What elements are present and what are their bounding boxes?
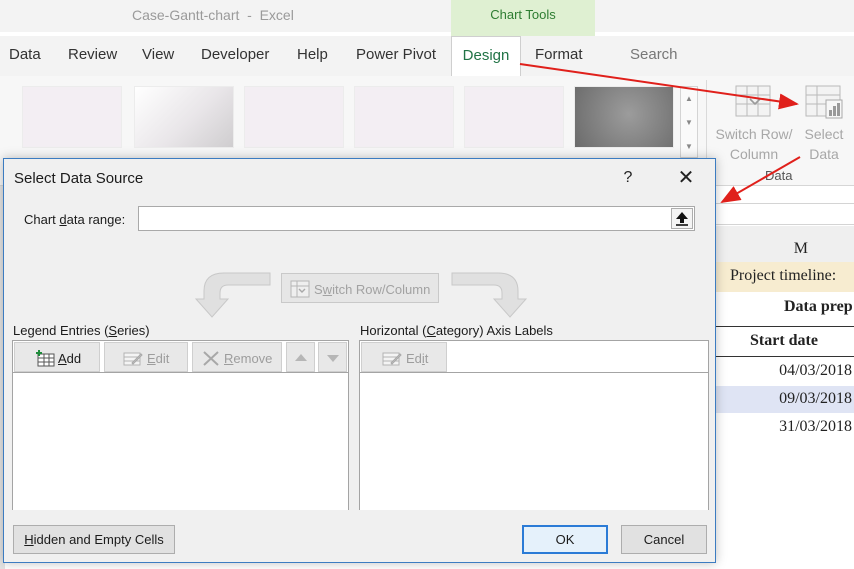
cancel-button[interactable]: Cancel (621, 525, 707, 554)
tab-power-pivot[interactable]: Power Pivot (356, 46, 436, 63)
legend-entries-label: Legend Entries (Series) (13, 323, 150, 338)
move-up-button[interactable] (286, 342, 315, 372)
collapse-range-button[interactable] (671, 208, 693, 229)
right-curved-arrow-icon (450, 271, 528, 322)
chart-style-swatch-4[interactable] (354, 86, 454, 148)
start-date-header[interactable]: Start date (750, 332, 818, 350)
chart-style-swatch-6[interactable] (574, 86, 674, 148)
document-title: Case-Gantt-chart - Excel (132, 7, 294, 23)
select-data-icon[interactable] (804, 82, 844, 125)
chart-data-range-input[interactable] (138, 206, 695, 231)
chart-style-swatch-1[interactable] (22, 86, 122, 148)
edit-series-button[interactable]: Edit (104, 342, 188, 372)
axis-labels-panel: Edit (359, 340, 709, 510)
help-button[interactable]: ? (616, 165, 640, 191)
remove-x-icon (203, 351, 219, 366)
gallery-up-icon[interactable]: ▲ (681, 87, 697, 111)
tab-view[interactable]: View (142, 46, 174, 63)
ok-button[interactable]: OK (522, 525, 608, 554)
hidden-empty-cells-button[interactable]: Hidden and Empty Cells (13, 525, 175, 554)
project-timeline-cell[interactable]: Project timeline: (716, 262, 854, 292)
date-cell-selected[interactable]: 09/03/2018 (716, 386, 854, 413)
tab-design[interactable]: Design (451, 36, 521, 76)
remove-series-button[interactable]: Remove (192, 342, 282, 372)
gallery-more-icon[interactable]: ▼ (681, 135, 697, 159)
axis-toolbar: Edit (360, 341, 708, 373)
series-list[interactable] (13, 374, 348, 510)
date-cell[interactable]: 04/03/2018 (716, 358, 854, 385)
column-header-m[interactable]: M (716, 240, 854, 258)
select-data-label[interactable]: Select Data (800, 124, 848, 164)
upload-arrow-icon (676, 212, 688, 226)
ribbon-tabs: Data Review View Developer Help Power Pi… (0, 36, 854, 101)
table-border (716, 356, 854, 357)
up-triangle-icon (295, 354, 307, 361)
chart-style-swatch-2[interactable] (134, 86, 234, 148)
chart-data-range-label: Chart data range: (24, 212, 126, 227)
formula-bar[interactable] (716, 203, 854, 225)
tab-developer[interactable]: Developer (201, 46, 269, 63)
axis-labels-list[interactable] (360, 374, 708, 510)
move-down-button[interactable] (318, 342, 347, 372)
edit-axis-labels-button[interactable]: Edit (361, 342, 447, 372)
edit-table-icon (382, 352, 402, 366)
legend-entries-panel: Add Edit Remove (12, 340, 349, 510)
switch-row-column-icon[interactable] (734, 82, 772, 123)
worksheet[interactable]: M Project timeline: Data prep Start date… (716, 226, 854, 569)
ribbon-group-data-label: Data (765, 168, 793, 183)
edit-table-icon (123, 352, 143, 366)
date-cell[interactable]: 31/03/2018 (716, 414, 854, 441)
switch-row-column-label[interactable]: Switch Row/ Column (708, 124, 800, 164)
chart-style-swatch-5[interactable] (464, 86, 564, 148)
tab-help[interactable]: Help (297, 46, 328, 63)
add-table-icon (36, 350, 55, 367)
tab-review[interactable]: Review (68, 46, 117, 63)
switch-icon (290, 280, 310, 298)
dialog-title: Select Data Source (14, 170, 144, 187)
table-border (716, 326, 854, 327)
data-prep-cell[interactable]: Data prep (784, 298, 853, 316)
down-triangle-icon (327, 355, 339, 362)
title-bar: Case-Gantt-chart - Excel (0, 0, 854, 32)
switch-row-column-button[interactable]: Switch Row/Column (281, 273, 439, 303)
gallery-down-icon[interactable]: ▼ (681, 111, 697, 135)
style-gallery-scroller[interactable]: ▲ ▼ ▼ (680, 86, 698, 158)
add-series-button[interactable]: Add (14, 342, 100, 372)
tab-format[interactable]: Format (535, 46, 583, 63)
chart-style-swatch-3[interactable] (244, 86, 344, 148)
select-data-source-dialog: Select Data Source ? ✕ Chart data range:… (3, 158, 716, 563)
tab-data[interactable]: Data (9, 46, 41, 63)
search-label[interactable]: Search (630, 46, 678, 63)
series-toolbar: Add Edit Remove (13, 341, 348, 373)
chart-tools-context-label: Chart Tools (451, 0, 595, 40)
left-curved-arrow-icon (194, 271, 272, 322)
close-button[interactable]: ✕ (672, 165, 700, 191)
axis-labels-label: Horizontal (Category) Axis Labels (360, 323, 553, 338)
